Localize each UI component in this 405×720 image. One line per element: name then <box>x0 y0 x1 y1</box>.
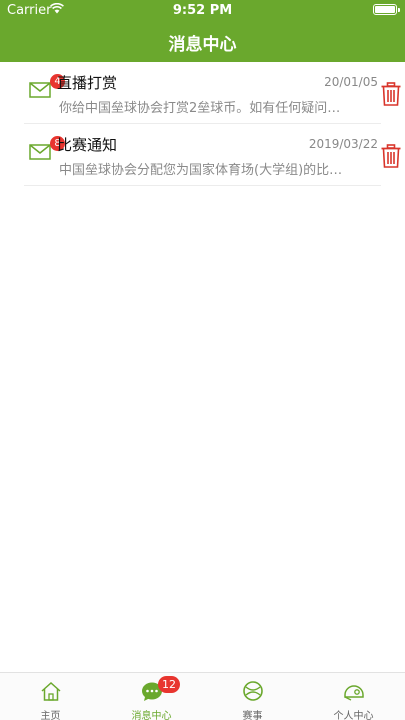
message-list: 4 直播打赏 20/01/05 你给中国垒球协会打赏2垒球币。如有任何疑问，请联… <box>0 62 405 186</box>
battery-icon <box>373 4 400 15</box>
message-preview: 你给中国垒球协会打赏2垒球币。如有任何疑问，请联系客服。 <box>59 101 349 116</box>
message-title: 比赛通知 <box>57 136 118 154</box>
tab-home[interactable]: 主页 <box>0 673 101 720</box>
nav-bar: Carrier 9:52 PM 消息中心 <box>0 0 405 62</box>
tab-messages[interactable]: 12 消息中心 <box>101 673 202 720</box>
clock: 9:52 PM <box>172 3 233 18</box>
mail-icon <box>29 82 51 98</box>
tab-label: 消息中心 <box>131 711 172 720</box>
home-icon <box>41 681 60 701</box>
trash-icon[interactable] <box>381 144 401 168</box>
message-date: 20/01/05 <box>324 75 378 89</box>
trash-icon[interactable] <box>381 82 401 106</box>
tab-label: 赛事 <box>242 711 263 720</box>
mail-icon <box>29 144 51 160</box>
tab-badge: 12 <box>158 676 180 693</box>
ball-icon <box>242 681 263 701</box>
tab-label: 主页 <box>40 711 61 720</box>
tab-profile[interactable]: 个人中心 <box>303 673 404 720</box>
tab-label: 个人中心 <box>333 711 374 720</box>
status-bar: Carrier 9:52 PM <box>0 0 405 22</box>
message-row[interactable]: 8 比赛通知 2019/03/22 中国垒球协会分配您为国家体育场(大学组)的比… <box>24 124 401 186</box>
message-date: 2019/03/22 <box>308 137 378 151</box>
tab-bar: 主页 12 消息中心 赛事 个人中心 <box>0 672 405 720</box>
message-title: 直播打赏 <box>57 74 118 92</box>
tab-events[interactable]: 赛事 <box>202 673 303 720</box>
page-title: 消息中心 <box>168 35 237 55</box>
message-preview: 中国垒球协会分配您为国家体育场(大学组)的比赛裁判。 <box>59 163 349 178</box>
message-row[interactable]: 4 直播打赏 20/01/05 你给中国垒球协会打赏2垒球币。如有任何疑问，请联… <box>24 62 401 124</box>
helmet-icon <box>343 685 364 701</box>
